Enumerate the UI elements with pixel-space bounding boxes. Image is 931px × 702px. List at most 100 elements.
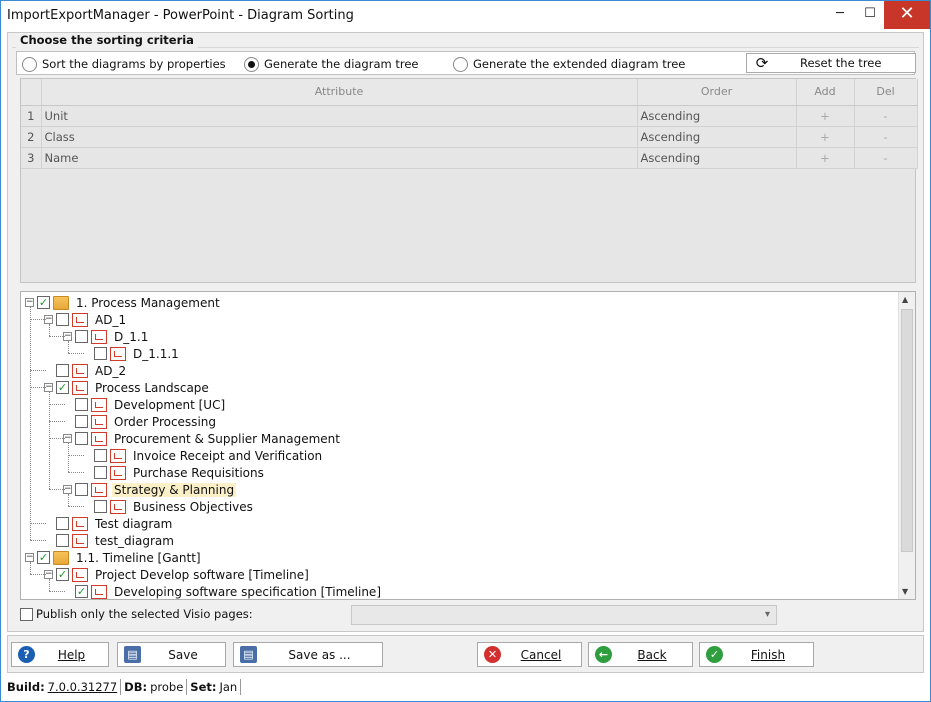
tree-node-checkbox[interactable]: [94, 347, 107, 360]
delete-row-button[interactable]: -: [854, 126, 918, 148]
tree-node[interactable]: − Procurement & Supplier Management: [63, 430, 342, 447]
attribute-cell[interactable]: Name: [41, 147, 638, 169]
tree-node[interactable]: − ✓ Project Develop software [Timeline]: [44, 566, 311, 583]
tree-node[interactable]: − Strategy & Planning: [63, 481, 237, 498]
order-cell[interactable]: Ascending: [637, 105, 797, 127]
tree-node-label[interactable]: Invoice Receipt and Verification: [131, 449, 324, 463]
table-row[interactable]: 1 Unit Ascending + -: [21, 105, 918, 127]
minimize-button[interactable]: ─: [823, 1, 857, 29]
column-header-add[interactable]: Add: [796, 79, 855, 106]
tree-node-checkbox[interactable]: ✓: [56, 568, 69, 581]
expand-collapse-icon[interactable]: −: [25, 298, 34, 307]
radio-generate-tree[interactable]: Generate the diagram tree: [244, 55, 419, 73]
tree-node[interactable]: − ✓ Process Landscape: [44, 379, 211, 396]
scroll-down-icon[interactable]: ▼: [902, 587, 908, 596]
expand-collapse-icon[interactable]: −: [25, 553, 34, 562]
reset-tree-button[interactable]: ⟳ Reset the tree: [746, 53, 916, 73]
tree-node[interactable]: Purchase Requisitions: [82, 464, 266, 481]
tree-node[interactable]: − AD_1: [44, 311, 128, 328]
tree-node-label[interactable]: Test diagram: [93, 517, 174, 531]
tree-node-label[interactable]: Project Develop software [Timeline]: [93, 568, 311, 582]
tree-node-checkbox[interactable]: ✓: [37, 551, 50, 564]
tree-node-label[interactable]: AD_1: [93, 313, 128, 327]
tree-node-label[interactable]: Developing software specification [Timel…: [112, 585, 383, 599]
column-header-order[interactable]: Order: [637, 79, 797, 106]
scroll-up-icon[interactable]: ▲: [902, 295, 908, 304]
tree-node-label[interactable]: D_1.1: [112, 330, 150, 344]
tree-node[interactable]: AD_2: [44, 362, 128, 379]
tree-node[interactable]: Invoice Receipt and Verification: [82, 447, 324, 464]
tree-node-label[interactable]: Business Objectives: [131, 500, 255, 514]
tree-node[interactable]: D_1.1.1: [82, 345, 181, 362]
tree-node-label[interactable]: 1.1. Timeline [Gantt]: [74, 551, 203, 565]
tree-node-label[interactable]: Purchase Requisitions: [131, 466, 266, 480]
tree-node[interactable]: Business Objectives: [82, 498, 255, 515]
tree-scrollbar[interactable]: ▲ ▼: [898, 292, 915, 599]
tree-node[interactable]: − ✓ 1.1. Timeline [Gantt]: [25, 549, 203, 566]
back-button[interactable]: ← Back: [588, 642, 693, 667]
tree-node-checkbox[interactable]: [56, 534, 69, 547]
attribute-cell[interactable]: Class: [41, 126, 638, 148]
order-cell[interactable]: Ascending: [637, 126, 797, 148]
radio-generate-extended-tree[interactable]: Generate the extended diagram tree: [453, 55, 685, 73]
table-row[interactable]: 3 Name Ascending + -: [21, 147, 918, 169]
tree-node-checkbox[interactable]: ✓: [56, 381, 69, 394]
build-version-link[interactable]: 7.0.0.31277: [48, 680, 118, 694]
visio-pages-dropdown[interactable]: ▾: [351, 605, 777, 625]
tree-node-checkbox[interactable]: ✓: [37, 296, 50, 309]
tree-node-checkbox[interactable]: [75, 415, 88, 428]
save-button[interactable]: ▤ Save: [117, 642, 226, 667]
order-cell[interactable]: Ascending: [637, 147, 797, 169]
tree-node-label[interactable]: AD_2: [93, 364, 128, 378]
tree-node-checkbox[interactable]: [56, 517, 69, 530]
tree-node[interactable]: Development [UC]: [63, 396, 227, 413]
tree-node-checkbox[interactable]: [75, 330, 88, 343]
tree-node-label[interactable]: test_diagram: [93, 534, 176, 548]
tree-node[interactable]: Test diagram: [44, 515, 174, 532]
tree-node-label[interactable]: Process Landscape: [93, 381, 211, 395]
help-button[interactable]: ? Help: [11, 642, 109, 667]
table-row[interactable]: 2 Class Ascending + -: [21, 126, 918, 148]
tree-node-checkbox[interactable]: [94, 466, 107, 479]
tree-node-label[interactable]: Procurement & Supplier Management: [112, 432, 342, 446]
tree-node[interactable]: − D_1.1: [63, 328, 150, 345]
add-row-button[interactable]: +: [796, 147, 855, 169]
tree-node-checkbox[interactable]: [75, 483, 88, 496]
tree-node-label[interactable]: 1. Process Management: [74, 296, 222, 310]
add-row-button[interactable]: +: [796, 105, 855, 127]
finish-button[interactable]: ✓ Finish: [699, 642, 814, 667]
cancel-button[interactable]: ✕ Cancel: [477, 642, 582, 667]
delete-row-button[interactable]: -: [854, 147, 918, 169]
close-button[interactable]: ✕: [884, 1, 930, 29]
publish-selected-option[interactable]: Publish only the selected Visio pages:: [20, 607, 253, 621]
add-row-button[interactable]: +: [796, 126, 855, 148]
tree-node-checkbox[interactable]: ✓: [75, 585, 88, 598]
column-header-del[interactable]: Del: [854, 79, 918, 106]
tree-node-checkbox[interactable]: [56, 364, 69, 377]
delete-row-button[interactable]: -: [854, 105, 918, 127]
radio-sort-by-properties[interactable]: Sort the diagrams by properties: [22, 55, 226, 73]
attribute-cell[interactable]: Unit: [41, 105, 638, 127]
tree-node-checkbox[interactable]: [75, 398, 88, 411]
tree-node[interactable]: − ✓ 1. Process Management: [25, 294, 222, 311]
tree-node-label[interactable]: Order Processing: [112, 415, 218, 429]
tree-node[interactable]: Order Processing: [63, 413, 218, 430]
tree-node-label[interactable]: D_1.1.1: [131, 347, 181, 361]
maximize-button[interactable]: ☐: [853, 1, 887, 29]
tree-node-checkbox[interactable]: [94, 449, 107, 462]
tree-node-label[interactable]: Development [UC]: [112, 398, 227, 412]
diagram-tree[interactable]: ▲ ▼ − ✓ 1. Process Management − AD_1− D_1.1 D_…: [20, 291, 916, 600]
tree-node-checkbox[interactable]: [75, 432, 88, 445]
tree-node-label[interactable]: Strategy & Planning: [112, 482, 237, 497]
tree-node[interactable]: test_diagram: [44, 532, 176, 549]
scroll-thumb[interactable]: [901, 309, 913, 552]
publish-checkbox[interactable]: [20, 607, 33, 621]
column-header-attribute[interactable]: Attribute: [41, 79, 638, 106]
set-label: Set:: [190, 680, 217, 694]
tree-connector: [68, 353, 84, 354]
tree-node-checkbox[interactable]: [56, 313, 69, 326]
tree-connector: [30, 387, 46, 388]
save-as-button[interactable]: ▤ Save as ...: [233, 642, 383, 667]
tree-node-checkbox[interactable]: [94, 500, 107, 513]
tree-node[interactable]: ✓ Developing software specification [Time…: [63, 583, 383, 599]
